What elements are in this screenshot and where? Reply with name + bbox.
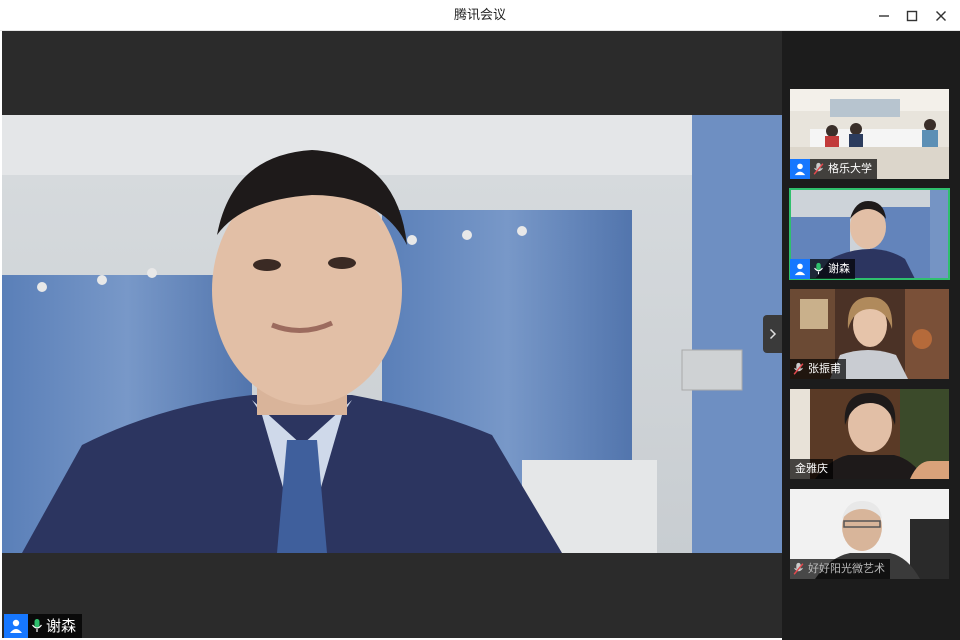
participant-sidebar: 格乐大学 谢森 张振甫 金雅庆 好好阳光微艺术: [782, 31, 960, 640]
user-icon: [790, 159, 810, 179]
participant-label: 张振甫: [790, 359, 846, 379]
participant-tile-active[interactable]: 谢森: [789, 188, 950, 280]
participant-name: 好好阳光微艺术: [808, 562, 885, 575]
user-icon: [790, 259, 810, 279]
participant-name: 张振甫: [808, 362, 841, 375]
microphone-muted-icon: [810, 159, 826, 179]
maximize-icon: [906, 10, 918, 22]
participant-label: 好好阳光微艺术: [790, 559, 890, 579]
participant-tile[interactable]: 格乐大学: [790, 89, 949, 179]
speaker-video-frame: [2, 115, 782, 553]
title-bar: 腾讯会议: [0, 0, 960, 31]
minimize-button[interactable]: [873, 5, 895, 27]
minimize-icon: [879, 15, 889, 17]
chevron-right-icon: [769, 328, 776, 340]
participant-label: 谢森: [790, 259, 855, 279]
window-title: 腾讯会议: [453, 8, 506, 23]
participant-tile[interactable]: 金雅庆: [790, 389, 949, 479]
microphone-on-icon: [810, 259, 826, 279]
main-video-stage[interactable]: 谢森: [2, 31, 782, 638]
user-icon: [4, 614, 28, 638]
participant-tile[interactable]: 张振甫: [790, 289, 949, 379]
participant-name: 金雅庆: [795, 462, 828, 475]
close-button[interactable]: [930, 5, 952, 27]
participant-label: 金雅庆: [790, 459, 833, 479]
microphone-muted-icon: [790, 559, 806, 579]
close-icon: [936, 11, 946, 21]
main-video-feed: [2, 115, 782, 553]
participant-tile[interactable]: 好好阳光微艺术: [790, 489, 949, 579]
main-speaker-label: 谢森: [4, 614, 83, 638]
maximize-button[interactable]: [901, 5, 923, 27]
microphone-muted-icon: [790, 359, 806, 379]
participant-name: 谢森: [828, 262, 850, 275]
participant-name: 格乐大学: [828, 162, 872, 175]
microphone-on-icon: [28, 614, 46, 638]
collapse-sidebar-button[interactable]: [763, 315, 782, 353]
participant-label: 格乐大学: [790, 159, 877, 179]
main-speaker-name: 谢森: [46, 617, 77, 635]
